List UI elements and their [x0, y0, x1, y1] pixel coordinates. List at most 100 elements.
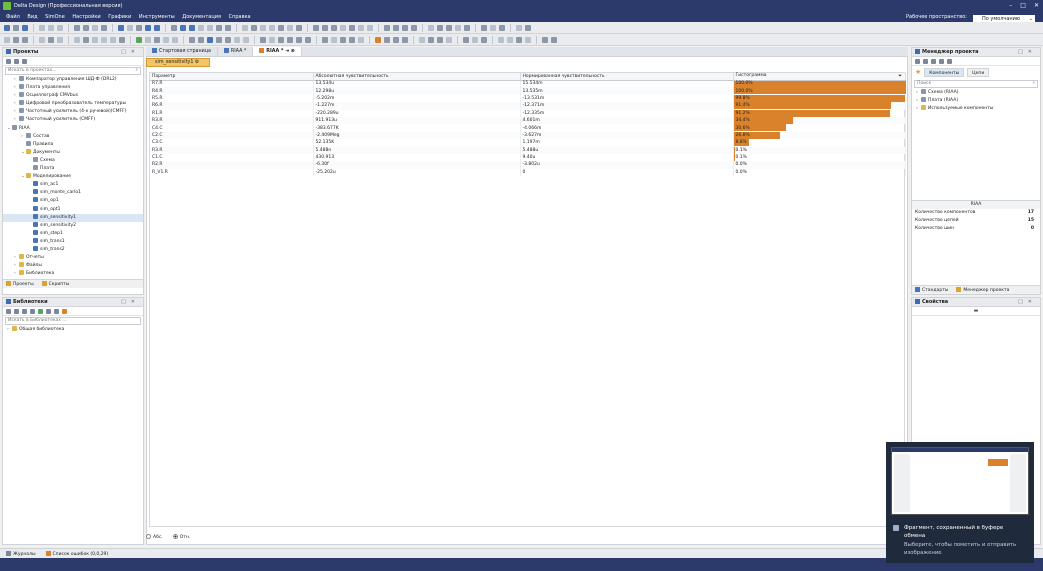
toolbar-button-icon[interactable] [446, 36, 452, 43]
toolbar-button-icon[interactable] [22, 36, 28, 43]
toolbar-button-icon[interactable] [216, 36, 222, 43]
properties-collapse-icon[interactable]: ▬ [912, 307, 1040, 316]
toolbar-button-icon[interactable] [349, 36, 355, 43]
radio-abs[interactable]: Абс. [146, 533, 163, 540]
toolbar-button-icon[interactable] [313, 24, 319, 31]
menu-file[interactable]: Файл [6, 13, 20, 22]
toolbar-button-icon[interactable] [39, 24, 45, 31]
lib-import-icon[interactable] [30, 308, 35, 314]
toolbar-button-icon[interactable] [499, 24, 505, 31]
toolbar-button-icon[interactable] [145, 36, 151, 43]
toolbar-button-icon[interactable] [419, 36, 425, 43]
toolbar-button-icon[interactable] [127, 24, 133, 31]
toolbar-button-icon[interactable] [189, 36, 195, 43]
toolbar-button-icon[interactable] [163, 36, 169, 43]
col-header-param[interactable]: Параметр [150, 73, 314, 81]
close-icon[interactable]: ✕ [1034, 2, 1039, 9]
libraries-search-input[interactable]: Искать в Библиотеках ... [5, 317, 141, 325]
toolbar-button-icon[interactable] [136, 36, 142, 43]
toolbar-button-icon[interactable] [481, 36, 487, 43]
pm-doc-icon[interactable] [939, 58, 944, 64]
tab-pin-icon[interactable]: ⇥ [285, 49, 289, 54]
manager-search-input[interactable]: Поиск ⌕ [914, 80, 1038, 88]
toolbar-button-icon[interactable] [234, 36, 240, 43]
tree-item[interactable]: › Осциллограф CMVbus [3, 92, 143, 100]
table-row[interactable]: C1.C 430.913 9.40u 0.1% [150, 153, 906, 162]
toolbar-button-icon[interactable] [305, 36, 311, 43]
toolbar-button-icon[interactable] [118, 24, 124, 31]
table-row[interactable]: R3.R 5.488n 5.488u 0.1% [150, 146, 906, 154]
table-row[interactable]: R1.R -220.289u -12.335m 91.2% [150, 109, 906, 117]
pm-copy-icon[interactable] [931, 58, 936, 64]
toolbar-button-icon[interactable] [242, 24, 248, 31]
minimize-icon[interactable]: – [1009, 2, 1012, 9]
tree-item-common-library[interactable]: › Общая библиотека [3, 326, 143, 334]
toolbar-button-icon[interactable] [525, 36, 531, 43]
toolbar-button-icon[interactable] [367, 24, 373, 31]
tab-riaa-schematic[interactable]: RIAA * [218, 47, 254, 56]
tab-standards[interactable]: Стандарты [915, 287, 948, 293]
toolbar-button-icon[interactable] [331, 24, 337, 31]
panel-controls[interactable]: □✕ [1018, 298, 1037, 307]
new-project-icon[interactable] [6, 58, 11, 64]
snapshot-thumbnail[interactable] [891, 447, 1029, 515]
toolbar-button-icon[interactable] [92, 36, 98, 43]
tree-item[interactable]: sim_ac1 [3, 181, 143, 189]
toolbar-button-icon[interactable] [287, 36, 293, 43]
toolbar-button-icon[interactable] [92, 24, 98, 31]
col-header-hist[interactable]: Гистограмма ⏷ [733, 73, 906, 81]
toolbar-button-icon[interactable] [446, 24, 452, 31]
toolbar-button-icon[interactable] [74, 24, 80, 31]
tab-start-page[interactable]: Стартовая страница [146, 47, 218, 56]
panel-controls[interactable]: □✕ [1018, 48, 1037, 57]
table-row[interactable]: R_V1.R -25.202u 0 0.0% [150, 168, 906, 177]
toolbar-button-icon[interactable] [287, 24, 293, 31]
toolbar-button-icon[interactable] [278, 24, 284, 31]
toolbar-button-icon[interactable] [83, 36, 89, 43]
pm-back-icon[interactable] [915, 58, 920, 64]
toolbar-button-icon[interactable] [384, 36, 390, 43]
toolbar-button-icon[interactable] [225, 36, 231, 43]
table-row[interactable]: R3.R 911.913u 4.601m 34.4% [150, 116, 906, 125]
toolbar-button-icon[interactable] [393, 24, 399, 31]
toolbar-button-icon[interactable] [136, 24, 142, 31]
tree-item-schematic[interactable]: › Схема (RIAA) [912, 89, 1040, 97]
menu-tools[interactable]: Инструменты [139, 13, 175, 22]
tree-item[interactable]: sim_sensitivity2 [3, 221, 143, 230]
refresh-icon[interactable] [14, 58, 19, 64]
toolbar-button-icon[interactable] [145, 24, 151, 31]
toolbar-button-icon[interactable] [296, 24, 302, 31]
toolbar-button-icon[interactable] [207, 24, 213, 31]
toolbar-button-icon[interactable] [384, 24, 390, 31]
toolbar-button-icon[interactable] [207, 36, 213, 43]
filter-icon[interactable]: ⏷ [898, 73, 902, 79]
open-icon[interactable] [22, 58, 27, 64]
menu-help[interactable]: Справка [229, 13, 251, 22]
toolbar-button-icon[interactable] [278, 36, 284, 43]
toolbar-button-icon[interactable] [74, 36, 80, 43]
tree-item[interactable]: sim_op1 [3, 197, 143, 205]
tree-item[interactable]: ⌄ RIAA [3, 124, 143, 133]
tab-riaa-sim[interactable]: RIAA * ⇥ ⊗ [253, 47, 302, 56]
lib-tool-icon[interactable] [6, 308, 11, 314]
menu-view[interactable]: Вид [27, 13, 37, 22]
pm-refresh-icon[interactable] [923, 58, 928, 64]
tree-item[interactable]: ⌄ Документы [3, 148, 143, 157]
toolbar-button-icon[interactable] [4, 24, 10, 31]
toolbar-button-icon[interactable] [48, 36, 54, 43]
tree-item[interactable]: sim_step1 [3, 229, 143, 238]
radio-rel[interactable]: Отн. [172, 533, 190, 540]
toolbar-button-icon[interactable] [260, 36, 266, 43]
tree-item[interactable]: › Отчеты [3, 254, 143, 262]
toolbar-button-icon[interactable] [101, 36, 107, 43]
tab-nets[interactable]: Цепи [967, 68, 990, 77]
toolbar-button-icon[interactable] [251, 24, 257, 31]
tab-project-manager[interactable]: Менеджер проекта [956, 287, 1009, 293]
table-row[interactable]: R6.R -1.227m -12.371m 91.4% [150, 102, 906, 110]
tree-item-used-components[interactable]: › Используемые компоненты [912, 105, 1040, 113]
lib-export-icon[interactable] [62, 308, 67, 314]
toolbar-button-icon[interactable] [551, 36, 557, 43]
toolbar-button-icon[interactable] [57, 24, 63, 31]
toolbar-button-icon[interactable] [198, 24, 204, 31]
toolbar-button-icon[interactable] [463, 36, 469, 43]
